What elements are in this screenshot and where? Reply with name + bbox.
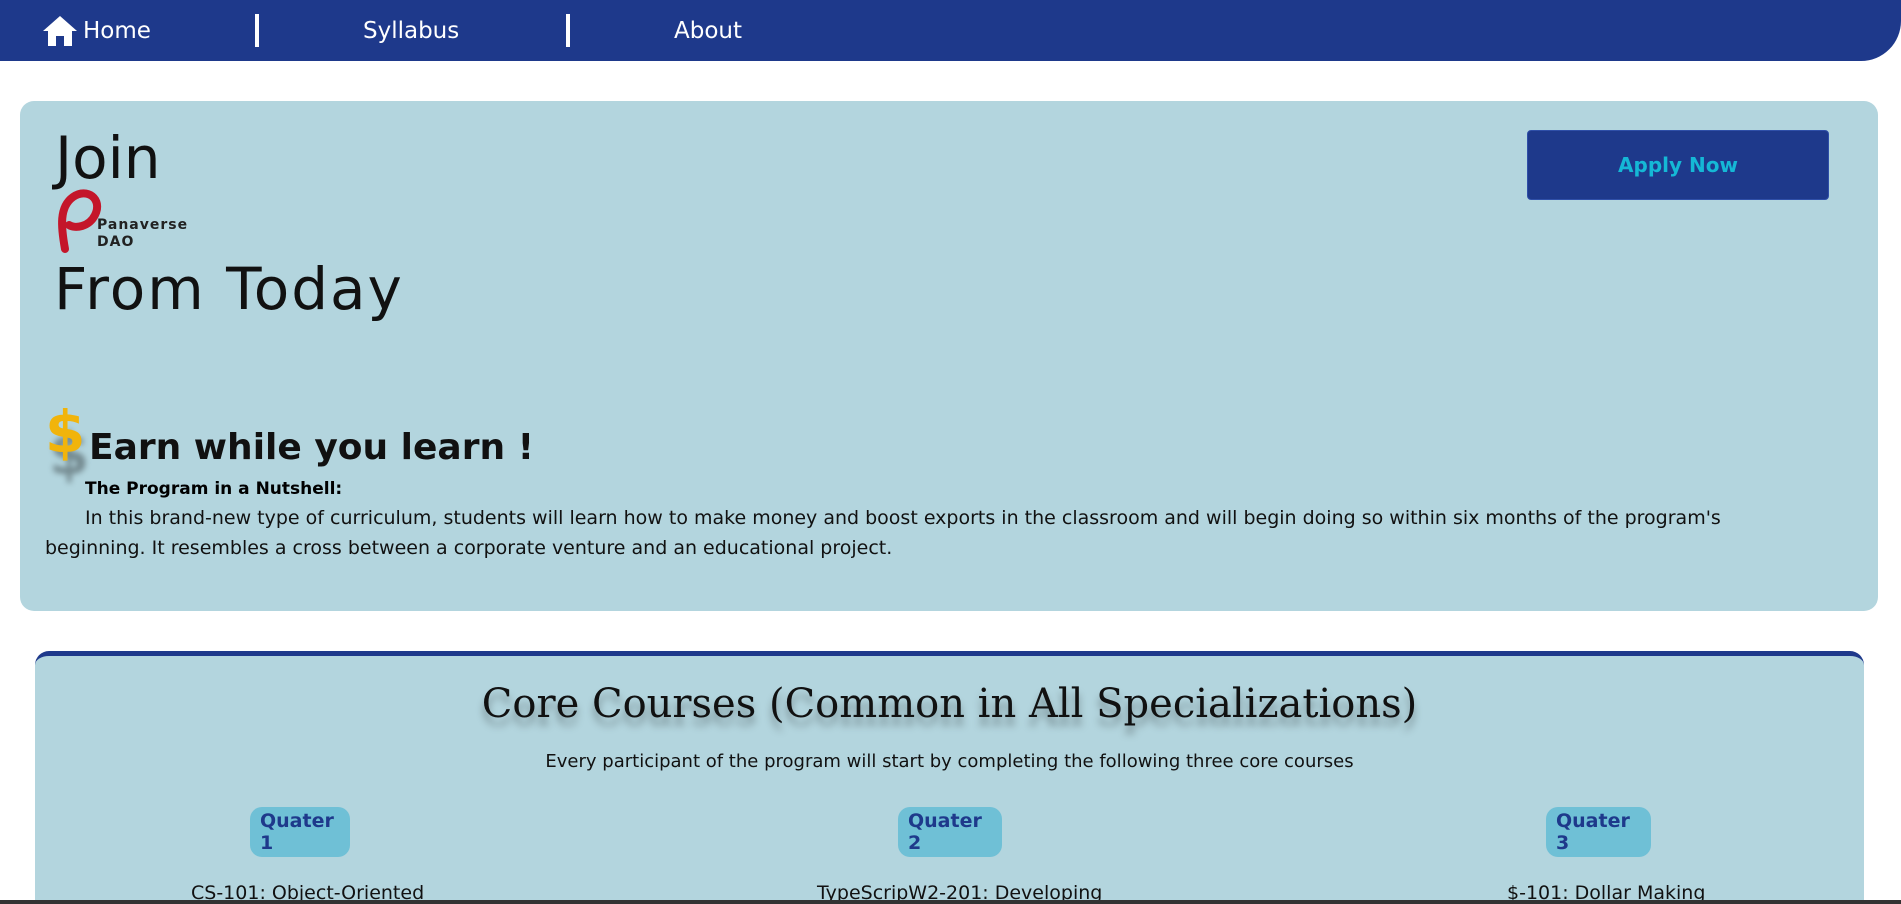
core-courses-subtitle: Every participant of the program will st… (545, 751, 1354, 772)
nutshell-description: In this brand-new type of curriculum, st… (45, 507, 1721, 559)
hero-from-today-text: From Today (54, 255, 404, 323)
nav-divider (566, 14, 570, 47)
logo-line-2: DAO (97, 234, 135, 250)
quarter-2-badge[interactable]: Quater 2 (898, 807, 1002, 857)
core-courses-section: Core Courses (Common in All Specializati… (35, 651, 1864, 904)
horizontal-scrollbar[interactable] (0, 900, 1901, 904)
panaverse-logo-text: Panaverse DAO (97, 217, 188, 251)
quarter-1-badge[interactable]: Quater 1 (250, 807, 350, 857)
dollar-icon: $ (45, 398, 86, 466)
nav-syllabus-link[interactable]: Syllabus (363, 14, 459, 48)
home-icon (43, 16, 77, 46)
nutshell-title: The Program in a Nutshell: (85, 479, 343, 499)
nav-divider (255, 14, 259, 47)
nav-home-label: Home (83, 18, 151, 44)
earn-heading: Earn while you learn ! (89, 427, 535, 468)
top-nav-bar: Home Syllabus About (0, 0, 1901, 61)
hero-section: Join Panaverse DAO From Today Apply Now … (20, 101, 1878, 611)
logo-line-1: Panaverse (97, 217, 189, 233)
hero-join-text: Join (55, 124, 161, 192)
quarter-3-badge[interactable]: Quater 3 (1546, 807, 1651, 857)
nav-home-link[interactable]: Home (41, 14, 151, 48)
core-courses-title: Core Courses (Common in All Specializati… (481, 681, 1418, 727)
nav-about-link[interactable]: About (674, 14, 742, 48)
apply-now-button[interactable]: Apply Now (1527, 130, 1829, 200)
panaverse-logo: Panaverse DAO (55, 187, 188, 257)
